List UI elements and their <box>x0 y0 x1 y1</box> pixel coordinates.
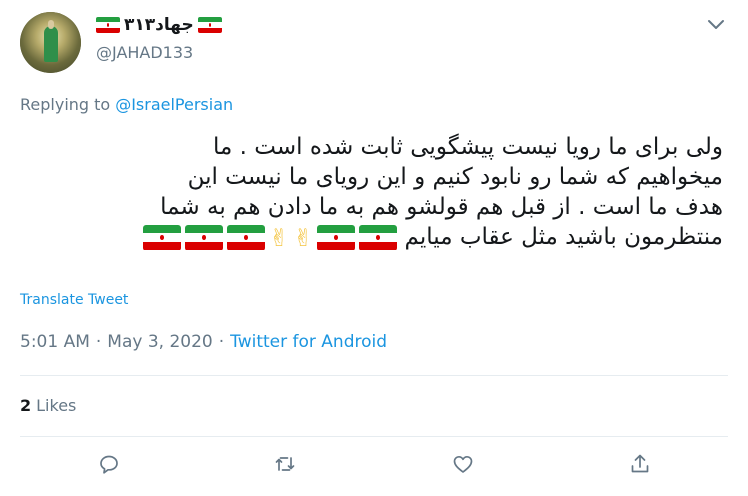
display-name[interactable]: جهاد۳۱۳ <box>96 13 222 37</box>
divider <box>20 436 728 437</box>
tweet-body: ولی برای ما رویا نیست پیشگویی ثابت شده ا… <box>18 132 723 252</box>
likes-stat[interactable]: 2 Likes <box>20 396 76 415</box>
iran-flag-icon <box>143 224 181 251</box>
likes-label: Likes <box>36 396 77 415</box>
meta-separator: · <box>95 332 102 352</box>
reply-bubble-icon[interactable] <box>97 452 121 476</box>
iran-flag-icon <box>317 224 356 251</box>
tweet-line: منتظرمون باشید مثل عقاب میایم <box>404 224 723 250</box>
tweet-source[interactable]: Twitter for Android <box>230 332 387 352</box>
replying-to-link[interactable]: @IsraelPersian <box>115 95 233 114</box>
victory-hand-icon: ✌ <box>293 223 314 252</box>
tweet-line: میخواهیم که شما رو نابود کنیم و این رویا… <box>187 164 723 190</box>
divider <box>20 375 728 376</box>
iran-flag-icon <box>227 224 265 251</box>
display-name-text: جهاد۳۱۳ <box>124 15 194 35</box>
avatar-figure <box>44 26 58 62</box>
victory-hand-icon: ✌ <box>269 223 290 252</box>
share-arrow-icon[interactable] <box>628 452 652 476</box>
iran-flag-icon <box>96 17 120 33</box>
iran-flag-icon <box>359 224 398 251</box>
likes-count: 2 <box>20 396 32 415</box>
user-handle[interactable]: @JAHAD133 <box>96 43 193 62</box>
emoji-row: ✌ ✌ <box>143 223 398 252</box>
tweet-line-last: منتظرمون باشید مثل عقاب میایم ✌ ✌ <box>18 222 723 252</box>
iran-flag-icon <box>185 224 223 251</box>
replying-to-label: Replying to <box>20 95 111 114</box>
iran-flag-icon <box>197 17 222 33</box>
tweet-line: هدف ما است . از قبل هم قولشو هم به ما دا… <box>160 194 723 220</box>
heart-icon[interactable] <box>451 452 475 476</box>
tweet-meta: 5:01 AM · May 3, 2020 · Twitter for Andr… <box>20 332 387 352</box>
chevron-down-icon[interactable] <box>707 17 725 31</box>
translate-tweet-link[interactable]: Translate Tweet <box>20 292 128 308</box>
avatar[interactable] <box>20 12 81 73</box>
meta-separator: · <box>218 332 225 352</box>
retweet-icon[interactable] <box>273 452 297 476</box>
tweet-time[interactable]: 5:01 AM <box>20 332 90 352</box>
tweet-date[interactable]: May 3, 2020 <box>107 332 212 352</box>
tweet-line: ولی برای ما رویا نیست پیشگویی ثابت شده ا… <box>213 134 723 160</box>
replying-to: Replying to @IsraelPersian <box>20 95 233 114</box>
avatar-figure-head <box>48 20 54 29</box>
